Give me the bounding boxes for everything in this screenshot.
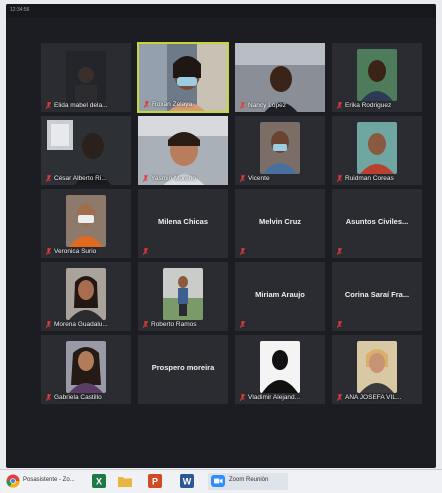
participant-tile[interactable]: Corina Saraí Fra... — [331, 261, 423, 332]
participant-name: Gabriela Castillo — [54, 394, 102, 401]
participant-video — [66, 341, 106, 393]
mic-muted-icon — [240, 394, 245, 401]
folder-icon — [118, 477, 132, 487]
mic-muted-icon — [337, 248, 342, 255]
mic-muted-icon — [46, 321, 51, 328]
participant-tile[interactable]: Erika Rodriguez — [331, 42, 423, 113]
participant-video — [66, 51, 106, 103]
participant-name-center: Miriam Araujo — [255, 290, 305, 299]
chrome-icon — [6, 474, 20, 488]
participant-tile[interactable]: César Alberto Ri... — [40, 115, 132, 186]
participant-name: Erika Rodriguez — [345, 102, 392, 109]
participant-tile[interactable]: Milena Chicas — [137, 188, 229, 259]
mic-muted-icon — [46, 248, 51, 255]
topbar-text: 12:34:56 — [10, 7, 30, 13]
excel-icon: X — [92, 474, 106, 488]
mic-muted-icon — [337, 321, 342, 328]
participant-name: Vladimir Alejand... — [248, 394, 301, 401]
participant-tile[interactable]: Melvin Cruz — [234, 188, 326, 259]
powerpoint-icon: P — [148, 474, 162, 488]
participant-name: Vicente — [248, 175, 270, 182]
participant-tile[interactable]: Prospero moreira — [137, 334, 229, 405]
participant-name: Roxan Zelaya — [152, 101, 193, 108]
mic-muted-icon — [143, 248, 148, 255]
mic-muted-icon — [240, 248, 245, 255]
participant-name: Elida mabel dela... — [54, 102, 108, 109]
taskbar-item-word[interactable]: W — [178, 473, 196, 490]
participant-name: Yasmin Moreno — [151, 175, 197, 182]
mic-muted-icon — [337, 394, 342, 401]
mic-muted-icon — [144, 101, 149, 108]
participant-tile[interactable]: Ruidman Coreas — [331, 115, 423, 186]
participant-name: Morena Guadalu... — [54, 321, 108, 328]
participant-name-center: Prospero moreira — [151, 363, 215, 372]
svg-text:W: W — [183, 477, 192, 487]
mic-muted-icon — [143, 321, 148, 328]
window-topbar: 12:34:56 — [6, 4, 436, 18]
participant-video — [357, 122, 397, 174]
word-icon: W — [180, 474, 194, 488]
participant-tile[interactable]: Veronica Surio — [40, 188, 132, 259]
participant-tile[interactable]: Elida mabel dela... — [40, 42, 132, 113]
participant-tile[interactable]: Yasmin Moreno — [137, 115, 229, 186]
taskbar-item-label: Zoom Reunión — [229, 477, 269, 483]
mic-muted-icon — [337, 175, 342, 182]
participant-video — [357, 341, 397, 393]
participant-name-center: Melvin Cruz — [258, 217, 302, 226]
photo-frame: 12:34:56 Elida mabel dela... Roxan Zelay… — [0, 0, 442, 493]
taskbar-item-chrome[interactable]: Posasistente - Zo... — [4, 473, 78, 490]
taskbar-item-folder[interactable] — [116, 473, 134, 490]
mic-muted-icon — [240, 321, 245, 328]
mic-muted-icon — [143, 175, 148, 182]
mic-muted-icon — [240, 102, 245, 109]
participant-tile[interactable]: Asuntos Civiles... — [331, 188, 423, 259]
participant-name-center: Corina Saraí Fra... — [344, 290, 410, 299]
participant-name: Nancy Lopez — [248, 102, 286, 109]
avatar-silhouette-icon — [260, 341, 300, 393]
mic-muted-icon — [240, 175, 245, 182]
svg-text:X: X — [96, 477, 102, 487]
participant-name: Roberto Ramos — [151, 321, 197, 328]
svg-text:P: P — [152, 477, 158, 487]
participant-video — [260, 122, 300, 174]
windows-taskbar: Posasistente - Zo... X P W Zoom Reunión — [0, 469, 442, 493]
taskbar-item-powerpoint[interactable]: P — [146, 473, 164, 490]
participant-name: Veronica Surio — [54, 248, 97, 255]
participant-tile[interactable]: Nancy Lopez — [234, 42, 326, 113]
taskbar-item-zoom[interactable]: Zoom Reunión — [208, 473, 288, 490]
zoom-icon — [211, 475, 225, 487]
taskbar-item-label: Posasistente - Zo... — [23, 477, 75, 483]
participant-video — [357, 49, 397, 101]
participant-tile[interactable]: Miriam Araujo — [234, 261, 326, 332]
participant-tile[interactable]: Morena Guadalu... — [40, 261, 132, 332]
mic-muted-icon — [46, 394, 51, 401]
participant-name: ANA JOSEFA VIL... — [345, 394, 402, 401]
participant-name-center: Asuntos Civiles... — [345, 217, 409, 226]
zoom-meeting-window: 12:34:56 Elida mabel dela... Roxan Zelay… — [6, 4, 436, 468]
taskbar-item-excel[interactable]: X — [90, 473, 108, 490]
mic-muted-icon — [337, 102, 342, 109]
participant-name-center: Milena Chicas — [157, 217, 209, 226]
mic-muted-icon — [46, 175, 51, 182]
participant-tile[interactable]: ANA JOSEFA VIL... — [331, 334, 423, 405]
participant-video — [163, 268, 203, 320]
participant-video — [66, 268, 106, 320]
participant-tile[interactable]: Vladimir Alejand... — [234, 334, 326, 405]
participant-video — [66, 195, 106, 247]
participant-tile[interactable]: Gabriela Castillo — [40, 334, 132, 405]
participant-tile-active[interactable]: Roxan Zelaya — [137, 42, 229, 113]
participant-tile[interactable]: Roberto Ramos — [137, 261, 229, 332]
participant-name: César Alberto Ri... — [54, 175, 107, 182]
participant-tile[interactable]: Vicente — [234, 115, 326, 186]
participant-name: Ruidman Coreas — [345, 175, 394, 182]
mic-muted-icon — [46, 102, 51, 109]
